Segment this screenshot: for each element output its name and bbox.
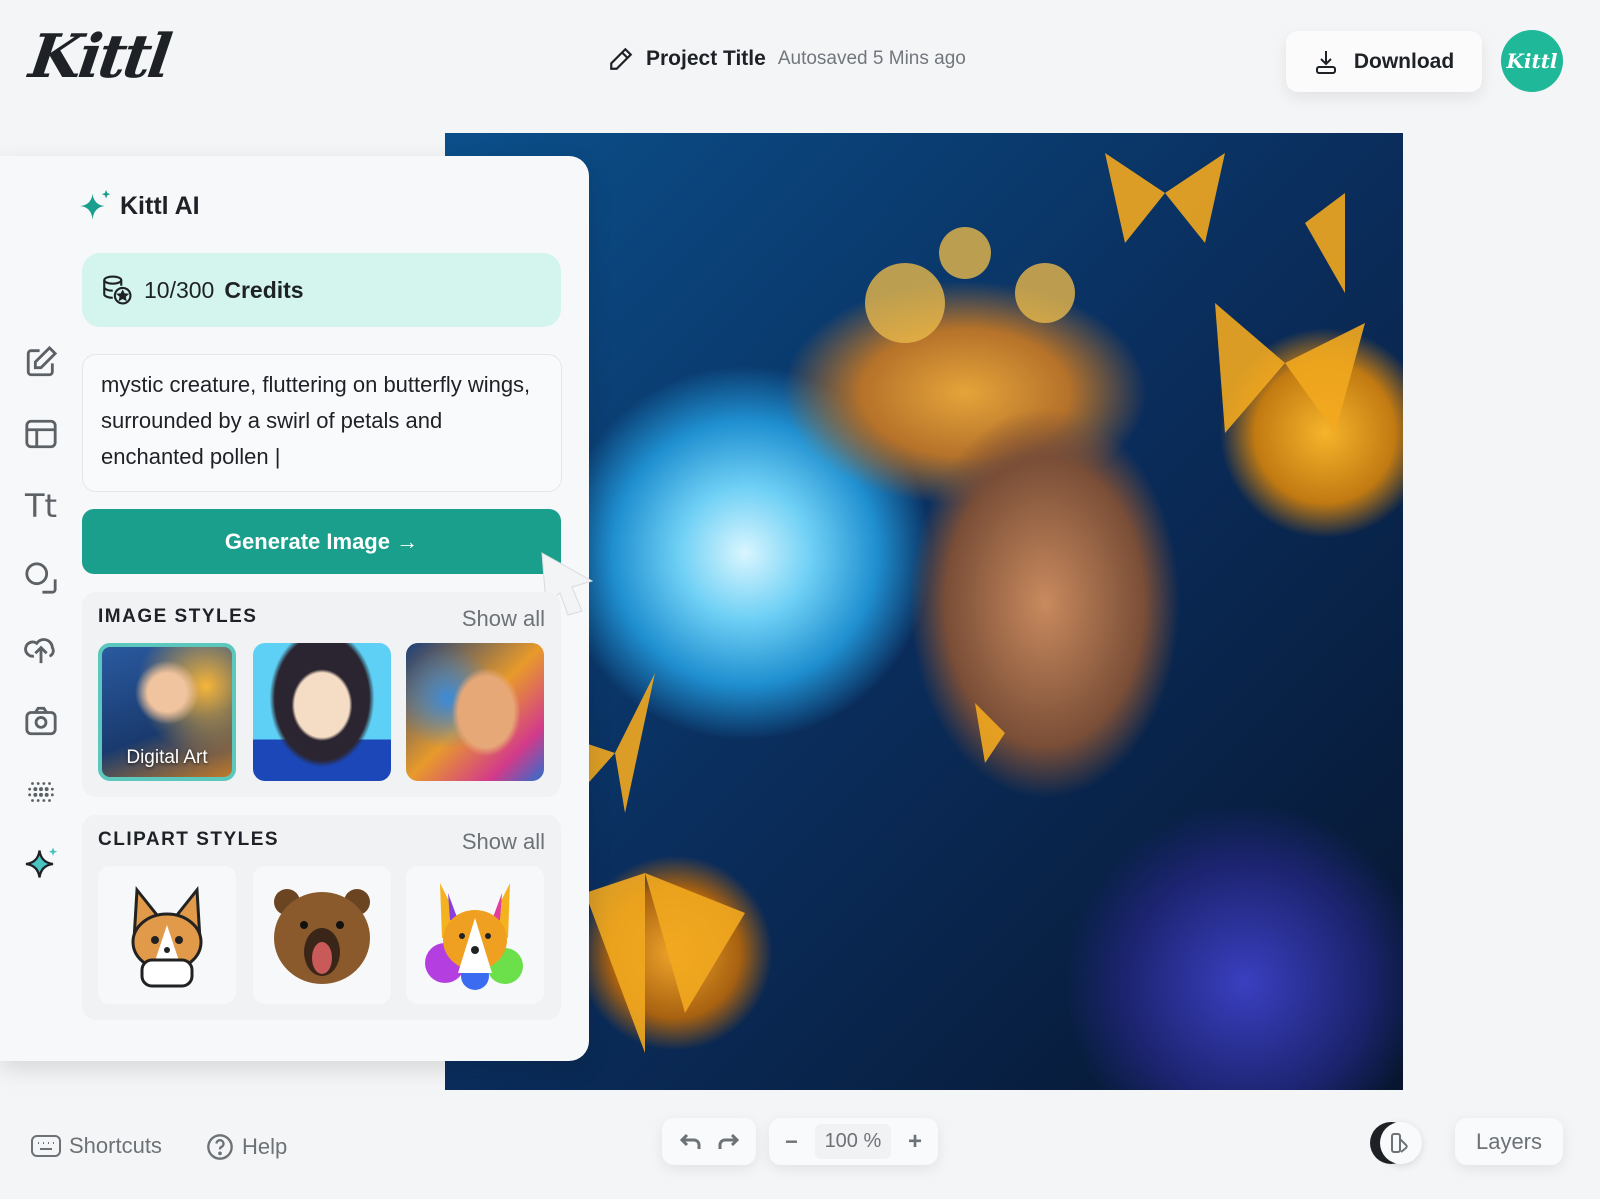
sidebar-item-kittl-ai[interactable] xyxy=(22,845,60,883)
sidebar-item-text[interactable]: Tt xyxy=(22,487,60,525)
prompt-input[interactable]: mystic creature, fluttering on butterfly… xyxy=(82,354,562,492)
style-thumb-anime[interactable] xyxy=(253,643,391,781)
clipart-styles-section: CLIPART STYLES Show all xyxy=(82,815,561,1020)
shortcuts-button[interactable]: Shortcuts xyxy=(31,1133,162,1159)
redo-icon[interactable] xyxy=(716,1132,740,1152)
clipart-styles-show-all[interactable]: Show all xyxy=(462,829,545,855)
bear-image xyxy=(274,889,370,984)
layers-color-icon xyxy=(1380,1122,1422,1164)
help-button[interactable]: Help xyxy=(206,1133,287,1161)
clipart-thumb-corgi-splash[interactable] xyxy=(406,866,544,1004)
zoom-level[interactable]: 100 % xyxy=(814,1124,892,1159)
clipart-thumb-bear[interactable] xyxy=(253,866,391,1004)
clipart-styles-heading: CLIPART STYLES xyxy=(98,829,280,850)
theme-toggle[interactable] xyxy=(1370,1122,1428,1164)
zoom-out-button[interactable]: − xyxy=(785,1129,798,1155)
sidebar-item-photos[interactable] xyxy=(22,702,60,740)
coins-icon xyxy=(103,275,132,305)
history-controls xyxy=(662,1118,756,1165)
panel-header: Kittl AI xyxy=(80,190,200,222)
generate-image-button[interactable]: Generate Image → xyxy=(82,509,561,574)
sidebar-item-templates[interactable] xyxy=(22,415,60,453)
shortcuts-label: Shortcuts xyxy=(69,1133,162,1158)
ai-panel: Tt Kittl AI 10/300 Credits mystic creatu… xyxy=(0,156,594,1061)
style-label: Digital Art xyxy=(126,747,208,768)
corgi-cartoon-image xyxy=(131,886,203,988)
dots-pattern-icon xyxy=(28,782,54,802)
download-label: Download xyxy=(1353,49,1455,73)
pencil-icon[interactable] xyxy=(608,46,634,72)
download-button[interactable]: Download xyxy=(1286,31,1482,92)
text-icon: Tt xyxy=(24,487,58,525)
sidebar-item-shapes[interactable] xyxy=(22,559,60,597)
undo-icon[interactable] xyxy=(679,1132,703,1152)
zoom-in-button[interactable]: + xyxy=(908,1128,922,1156)
image-styles-show-all[interactable]: Show all xyxy=(462,606,545,632)
style-thumb-digital-art[interactable]: Digital Art xyxy=(98,643,236,781)
clipart-thumb-corgi-cartoon[interactable] xyxy=(98,866,236,1004)
credits-count: 10/300 xyxy=(144,276,215,303)
layers-button[interactable]: Layers xyxy=(1455,1118,1563,1165)
image-styles-section: IMAGE STYLES Show all Digital Art xyxy=(82,592,561,797)
avatar[interactable]: Kittl xyxy=(1501,30,1563,92)
credits-label: Credits xyxy=(224,276,304,303)
zoom-controls: − 100 % + xyxy=(769,1118,938,1165)
shapes-icon xyxy=(25,562,57,594)
cloud-upload-icon xyxy=(24,638,55,664)
edit-icon xyxy=(26,345,58,377)
sidebar-item-patterns[interactable] xyxy=(22,773,60,811)
project-title[interactable]: Project Title xyxy=(646,47,766,71)
autosave-status: Autosaved 5 Mins ago xyxy=(777,48,966,69)
panel-title: Kittl AI xyxy=(120,191,200,220)
sidebar-item-upload[interactable] xyxy=(22,630,60,668)
keyboard-icon xyxy=(31,1135,61,1157)
sparkle-icon xyxy=(25,847,58,878)
image-styles-heading: IMAGE STYLES xyxy=(98,606,258,627)
sidebar-item-edit[interactable] xyxy=(22,343,60,381)
style-thumb-splash[interactable] xyxy=(406,643,544,781)
help-label: Help xyxy=(242,1134,288,1159)
credits-badge: 10/300 Credits xyxy=(82,253,561,327)
camera-icon xyxy=(25,706,57,736)
download-icon xyxy=(1315,50,1336,74)
kittl-logo[interactable]: Kittl xyxy=(25,22,173,92)
sparkle-icon xyxy=(80,190,110,220)
template-icon xyxy=(25,419,57,449)
help-icon xyxy=(207,1134,233,1160)
project-title-bar: Project Title Autosaved 5 Mins ago xyxy=(608,46,966,72)
corgi-splash-image xyxy=(425,882,523,990)
